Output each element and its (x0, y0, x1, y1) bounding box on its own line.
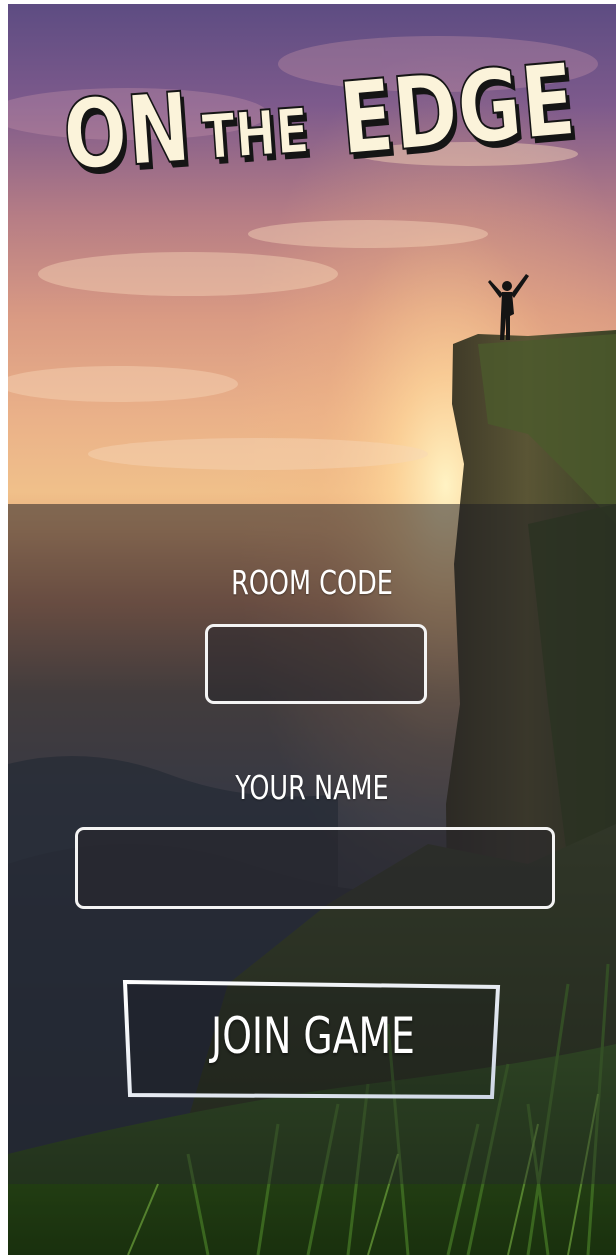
svg-text:EDGE: EDGE (335, 42, 580, 178)
bottom-band (8, 1184, 616, 1255)
room-code-input[interactable] (205, 624, 427, 704)
your-name-input[interactable] (75, 827, 555, 909)
svg-text:THE: THE (200, 95, 311, 175)
svg-text:ON: ON (60, 72, 194, 192)
your-name-label: YOUR NAME (235, 768, 389, 807)
room-code-label: ROOM CODE (231, 563, 393, 602)
join-game-button[interactable] (125, 980, 501, 1098)
game-screen: ON ON THE THE EDGE EDGE ROOM CODE YOUR N… (8, 4, 616, 1255)
